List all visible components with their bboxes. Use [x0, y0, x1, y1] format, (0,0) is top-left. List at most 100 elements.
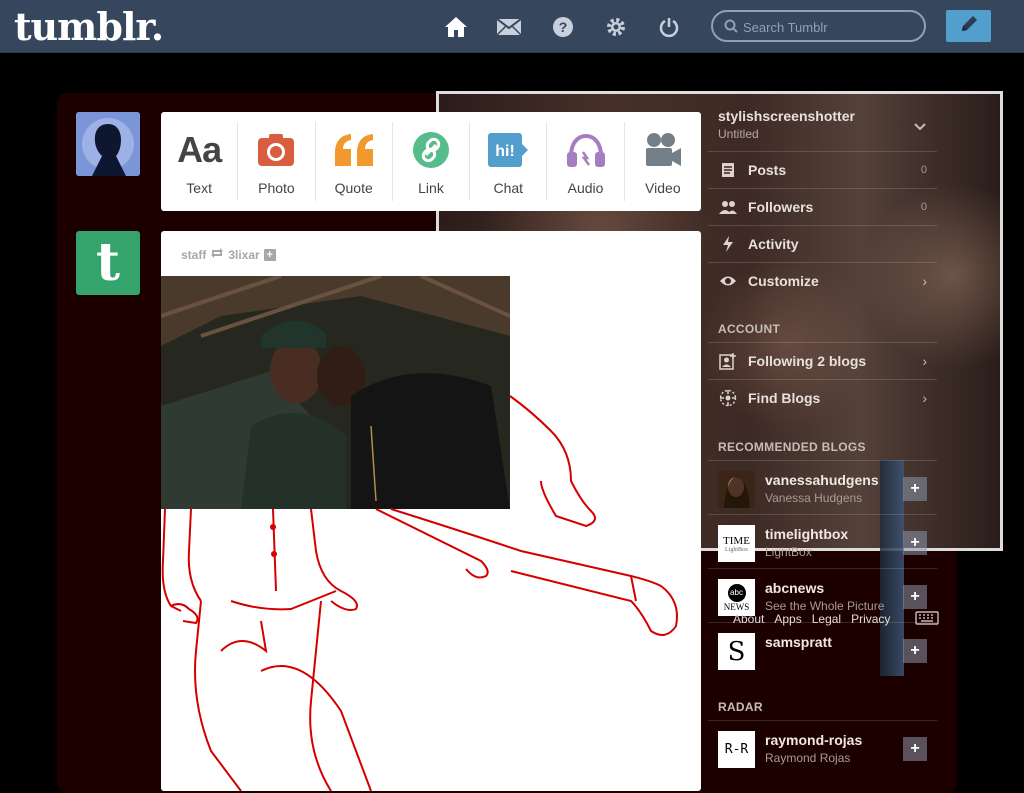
search-box[interactable] — [711, 10, 926, 42]
sidebar-item-label: Activity — [748, 236, 799, 252]
top-navigation-bar: tumblr. ? — [0, 0, 1024, 53]
gear-icon[interactable] — [603, 14, 629, 40]
compose-button[interactable] — [946, 10, 991, 42]
sidebar-item-label: Following 2 blogs — [748, 353, 867, 369]
followers-icon — [708, 200, 748, 214]
follow-button[interactable]: + — [903, 585, 927, 609]
post-type-label: Text — [186, 180, 212, 196]
follow-button[interactable]: + — [903, 531, 927, 555]
post-type-quote[interactable]: Quote — [316, 122, 393, 201]
blog-name: raymond-rojas — [765, 732, 863, 748]
post-type-video[interactable]: Video — [625, 122, 701, 201]
posts-icon — [708, 162, 748, 178]
tumblr-logo[interactable]: tumblr. — [14, 4, 164, 49]
footer-link-about[interactable]: About — [733, 612, 764, 626]
text-icon: Aa — [177, 129, 222, 170]
chevron-down-icon[interactable] — [914, 118, 926, 136]
follow-button[interactable]: + — [903, 639, 927, 663]
help-icon[interactable]: ? — [550, 14, 576, 40]
sidebar-item-followers[interactable]: Followers 0 — [708, 188, 937, 225]
follow-button[interactable]: + — [903, 737, 927, 761]
reblogged-from[interactable]: 3lixar — [228, 248, 259, 262]
chevron-right-icon: › — [922, 273, 927, 289]
home-icon[interactable] — [443, 14, 469, 40]
blog-avatar-text: TIME — [723, 534, 750, 547]
blog-subtitle: Raymond Rojas — [765, 751, 851, 765]
blog-name[interactable]: stylishscreenshotter — [718, 108, 855, 124]
follow-plus-icon[interactable]: + — [263, 248, 276, 261]
post-type-bar: Aa Text Photo Quote Link hi! Chat Audio — [161, 112, 701, 211]
abc-logo-icon: abc — [727, 583, 746, 602]
recommended-blog-item[interactable]: TIME LightBox timelightbox LightBox + — [708, 514, 937, 568]
quote-icon — [333, 130, 375, 170]
sidebar-item-following[interactable]: Following 2 blogs › — [708, 342, 937, 379]
post-photo[interactable] — [161, 276, 510, 509]
footer-link-legal[interactable]: Legal — [812, 612, 841, 626]
sidebar-item-count: 0 — [920, 164, 927, 176]
post-type-label: Chat — [493, 180, 524, 196]
sidebar-item-activity[interactable]: Activity — [708, 225, 937, 262]
post-type-photo[interactable]: Photo — [238, 122, 316, 201]
post-header: staff 3lixar + — [181, 247, 276, 262]
footer-link-privacy[interactable]: Privacy — [851, 612, 890, 626]
blog-avatar: abc NEWS — [718, 579, 755, 616]
sidebar-item-label: Customize — [748, 273, 819, 289]
post-type-link[interactable]: Link — [393, 122, 471, 201]
svg-text:t: t — [96, 238, 120, 288]
post-type-label: Quote — [334, 180, 373, 196]
post-type-text[interactable]: Aa Text — [161, 122, 239, 201]
chat-icon: hi! — [487, 130, 529, 170]
camera-icon — [257, 130, 295, 170]
blog-subtitle: LightBox — [765, 545, 812, 559]
sidebar-item-find-blogs[interactable]: Find Blogs › — [708, 379, 937, 416]
headphones-icon — [566, 130, 606, 170]
blog-subtitle: Vanessa Hudgens — [765, 491, 863, 505]
recommended-blog-item[interactable]: vanessahudgens Vanessa Hudgens + — [708, 460, 937, 514]
following-icon — [708, 352, 748, 370]
sidebar-item-customize[interactable]: Customize › — [708, 262, 937, 299]
sidebar-item-count: 0 — [920, 201, 927, 213]
user-avatar[interactable] — [76, 112, 140, 176]
compass-icon — [708, 389, 748, 407]
reblog-icon — [210, 247, 224, 262]
keyboard-icon[interactable] — [915, 611, 939, 630]
pencil-icon — [959, 14, 979, 39]
sidebar-item-label: Posts — [748, 162, 787, 178]
mail-icon[interactable] — [496, 14, 522, 40]
eye-icon — [708, 275, 748, 287]
post-type-label: Photo — [258, 180, 295, 196]
svg-text:hi!: hi! — [495, 143, 515, 160]
power-icon[interactable] — [656, 14, 682, 40]
staff-avatar[interactable]: t — [76, 231, 140, 295]
account-heading: ACCOUNT — [718, 322, 781, 336]
post-type-audio[interactable]: Audio — [547, 122, 625, 201]
blog-name: samspratt — [765, 634, 832, 650]
blog-avatar-text: R-R — [724, 742, 749, 757]
blog-avatar: R-R — [718, 731, 755, 768]
post-type-label: Video — [645, 180, 681, 196]
blog-avatar-text: S — [727, 636, 746, 667]
blog-avatar-caption: LightBox — [724, 546, 748, 553]
link-icon — [412, 130, 450, 170]
post-author[interactable]: staff — [181, 248, 206, 262]
sidebar-item-posts[interactable]: Posts 0 — [708, 151, 937, 188]
post-type-label: Link — [418, 180, 444, 196]
blog-subtitle: See the Whole Picture — [765, 599, 885, 613]
search-input[interactable] — [743, 18, 913, 36]
chevron-right-icon: › — [922, 390, 927, 406]
sidebar-item-label: Followers — [748, 199, 814, 215]
blog-title: Untitled — [718, 127, 759, 141]
blog-avatar — [718, 471, 755, 508]
blog-name: abcnews — [765, 580, 825, 596]
search-icon — [724, 19, 738, 38]
radar-item[interactable]: R-R raymond-rojas Raymond Rojas + — [708, 720, 937, 774]
video-camera-icon — [644, 130, 682, 170]
recommended-heading: RECOMMENDED BLOGS — [718, 440, 866, 454]
follow-button[interactable]: + — [903, 477, 927, 501]
chevron-right-icon: › — [922, 353, 927, 369]
recommended-blog-item[interactable]: S samspratt + — [708, 622, 937, 676]
post-type-chat[interactable]: hi! Chat — [470, 122, 548, 201]
svg-text:?: ? — [559, 19, 568, 35]
footer-link-apps[interactable]: Apps — [774, 612, 801, 626]
radar-heading: RADAR — [718, 700, 763, 714]
